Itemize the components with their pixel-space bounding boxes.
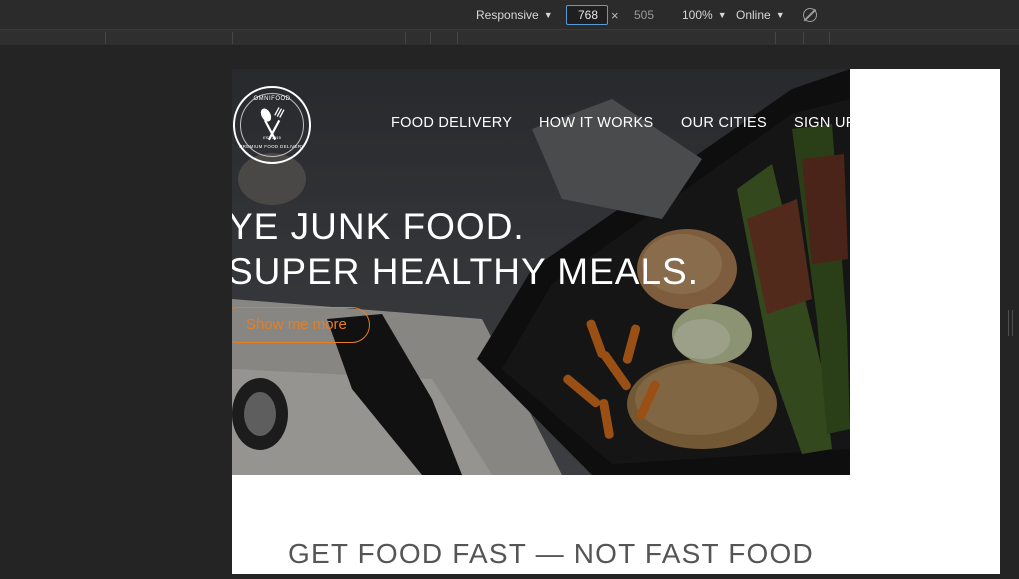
nav-our-cities[interactable]: OUR CITIES bbox=[681, 115, 767, 131]
ruler-tick bbox=[829, 32, 830, 44]
hero-title: YE JUNK FOOD. SUPER HEALTHY MEALS. bbox=[232, 204, 699, 294]
device-select-label: Responsive bbox=[476, 8, 539, 22]
chevron-down-icon: ▼ bbox=[543, 10, 553, 20]
network-label: Online bbox=[736, 8, 771, 22]
hero-title-line-2: SUPER HEALTHY MEALS. bbox=[232, 251, 699, 292]
ruler-tick bbox=[457, 32, 458, 44]
network-throttle-select[interactable]: Online ▼ bbox=[736, 7, 785, 23]
media-query-bar[interactable] bbox=[0, 30, 1019, 46]
viewport-resize-handle[interactable] bbox=[1008, 310, 1013, 336]
chevron-down-icon: ▼ bbox=[775, 10, 785, 20]
logo-established: EST 2015 bbox=[263, 135, 281, 140]
section-heading: GET FOOD FAST — NOT FAST FOOD bbox=[288, 538, 814, 569]
dimension-separator: × bbox=[611, 8, 619, 23]
fork-spoon-icon bbox=[260, 107, 285, 141]
ruler-tick bbox=[775, 32, 776, 44]
device-select[interactable]: Responsive ▼ bbox=[476, 7, 553, 23]
hero-title-line-1: YE JUNK FOOD. bbox=[232, 206, 525, 247]
site-logo[interactable]: OMNIFOOD EST 2015 PREMIUM FOOD DELIVERY bbox=[233, 86, 311, 164]
ruler-tick bbox=[803, 32, 804, 44]
zoom-select[interactable]: 100% ▼ bbox=[682, 7, 727, 23]
viewport-height-input[interactable]: 505 bbox=[634, 7, 654, 23]
viewport-width-input[interactable] bbox=[566, 5, 608, 25]
chevron-down-icon: ▼ bbox=[717, 10, 727, 20]
nav-food-delivery[interactable]: FOOD DELIVERY bbox=[391, 115, 512, 131]
ruler-tick bbox=[105, 32, 106, 44]
rotate-icon[interactable] bbox=[803, 8, 817, 22]
nav-how-it-works[interactable]: HOW IT WORKS bbox=[539, 115, 654, 131]
device-toolbar: Responsive ▼ × 505 100% ▼ Online ▼ bbox=[0, 0, 1019, 30]
ruler-tick bbox=[232, 32, 233, 44]
hero-section: OMNIFOOD EST 2015 PREMIUM FOOD DELIVERY … bbox=[232, 69, 850, 475]
show-me-more-button[interactable]: Show me more bbox=[232, 307, 370, 343]
devtools-window: Responsive ▼ × 505 100% ▼ Online ▼ bbox=[0, 0, 1019, 579]
ruler-tick bbox=[405, 32, 406, 44]
nav-sign-up[interactable]: SIGN UP bbox=[794, 115, 850, 131]
device-viewport: OMNIFOOD EST 2015 PREMIUM FOOD DELIVERY … bbox=[232, 69, 1000, 574]
ruler-tick bbox=[430, 32, 431, 44]
logo-tagline: PREMIUM FOOD DELIVERY bbox=[239, 144, 305, 149]
zoom-label: 100% bbox=[682, 8, 713, 22]
